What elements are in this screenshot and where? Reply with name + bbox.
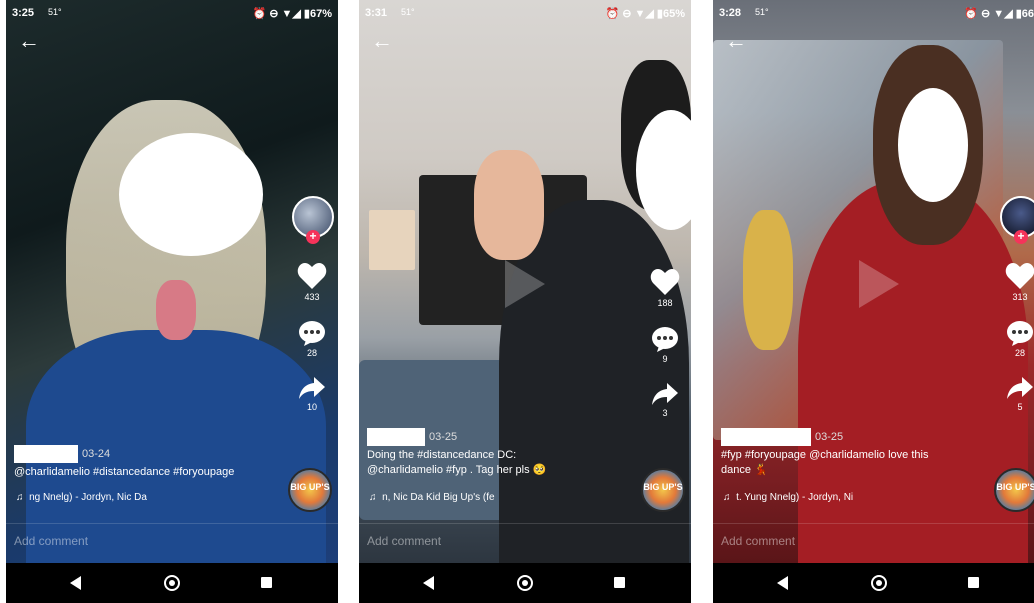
follow-plus-icon[interactable]: + — [658, 220, 672, 234]
caption-block: 03-24 @charlidamelio #distancedance #for… — [14, 445, 254, 480]
nav-home-icon[interactable] — [871, 575, 887, 591]
comment-icon[interactable] — [298, 320, 326, 346]
phone-screen-1: 3:25 51° ⏰ ⊖ ▼◢ ▮67% ← + 433 28 10 03-24… — [6, 0, 338, 603]
caption-block: 03-25 #fyp #foryoupage @charlidamelio lo… — [721, 428, 961, 478]
action-rail: + 313 28 5 — [1000, 196, 1034, 412]
heart-icon[interactable] — [1005, 262, 1034, 290]
username-redacted[interactable] — [14, 445, 78, 463]
music-title: n, Nic Da Kid Big Up's (fe — [382, 492, 495, 503]
like-count: 188 — [657, 298, 673, 308]
nav-back-icon[interactable] — [70, 576, 81, 590]
share-icon[interactable] — [651, 382, 679, 406]
nav-back-icon[interactable] — [423, 576, 434, 590]
android-nav-bar — [359, 563, 691, 603]
face-blur — [119, 133, 263, 256]
follow-plus-icon[interactable]: + — [306, 230, 320, 244]
add-comment-input[interactable]: Add comment — [359, 523, 691, 558]
share-count: 5 — [1017, 402, 1023, 412]
nav-recents-icon[interactable] — [614, 577, 625, 588]
comment-count: 28 — [306, 348, 317, 358]
share-icon[interactable] — [1006, 376, 1034, 400]
caption-block: 03-25 Doing the #distancedance DC: @char… — [367, 428, 572, 478]
nav-recents-icon[interactable] — [968, 577, 979, 588]
share-icon[interactable] — [298, 376, 326, 400]
status-temperature: 51° — [48, 7, 62, 17]
android-nav-bar — [713, 563, 1034, 603]
comment-count: 28 — [1014, 348, 1025, 358]
comment-icon[interactable] — [1006, 320, 1034, 346]
music-disc[interactable]: BIG UP'S — [994, 468, 1034, 512]
back-arrow-icon[interactable]: ← — [371, 30, 393, 52]
nav-home-icon[interactable] — [517, 575, 533, 591]
android-nav-bar — [6, 563, 338, 603]
add-comment-input[interactable]: Add comment — [713, 523, 1034, 558]
caption-text: Doing the #distancedance DC: @charlidame… — [367, 449, 547, 476]
nav-recents-icon[interactable] — [261, 577, 272, 588]
follow-plus-icon[interactable]: + — [1014, 230, 1028, 244]
caption-text: @charlidamelio #distancedance #foryoupag… — [14, 466, 235, 478]
heart-icon[interactable] — [297, 262, 327, 290]
nav-home-icon[interactable] — [164, 575, 180, 591]
phone-screen-3: 3:28 51° ⏰ ⊖ ▼◢ ▮66 ← + 313 28 5 03-25 #… — [713, 0, 1034, 603]
caption-text: #fyp #foryoupage @charlidamelio love thi… — [721, 449, 929, 476]
back-arrow-icon[interactable]: ← — [18, 30, 40, 52]
music-disc[interactable]: BIG UP'S — [288, 468, 332, 512]
video-player[interactable] — [713, 0, 1034, 563]
like-count: 313 — [1012, 292, 1028, 302]
share-count: 10 — [306, 402, 317, 412]
comment-icon[interactable] — [651, 326, 679, 352]
like-count: 433 — [304, 292, 320, 302]
play-icon — [859, 260, 899, 308]
disc-label: BIG UP'S — [643, 482, 683, 492]
music-note-icon: ♫ — [16, 492, 24, 503]
status-bar: 3:28 51° ⏰ ⊖ ▼◢ ▮66 — [713, 0, 1034, 26]
post-date: 03-25 — [429, 430, 458, 443]
share-count: 3 — [662, 408, 668, 418]
comment-count: 9 — [662, 354, 668, 364]
action-rail: + 433 28 10 — [292, 196, 334, 412]
add-comment-input[interactable]: Add comment — [6, 523, 338, 558]
music-disc[interactable]: BIG UP'S — [641, 468, 685, 512]
music-title: ng Nnelg) - Jordyn, Nic Da — [29, 492, 147, 503]
nav-back-icon[interactable] — [777, 576, 788, 590]
video-player[interactable] — [359, 0, 691, 563]
back-arrow-icon[interactable]: ← — [725, 30, 747, 52]
creator-avatar[interactable]: + — [292, 196, 334, 244]
status-temperature: 51° — [755, 7, 769, 17]
music-ticker[interactable]: ♫ ng Nnelg) - Jordyn, Nic Da — [16, 492, 147, 503]
music-title: t. Yung Nnelg) - Jordyn, Ni — [736, 492, 854, 503]
post-date: 03-25 — [815, 430, 844, 443]
face-blur — [898, 88, 968, 202]
status-system-icons: ⏰ ⊖ ▼◢ ▮66 — [964, 8, 1034, 20]
creator-avatar[interactable]: + — [1000, 196, 1034, 244]
status-temperature: 51° — [401, 7, 415, 17]
heart-icon[interactable] — [650, 268, 680, 296]
status-system-icons: ⏰ ⊖ ▼◢ ▮67% — [252, 8, 333, 20]
play-icon — [505, 260, 545, 308]
action-rail: + 188 9 3 — [645, 208, 685, 418]
status-bar: 3:25 51° ⏰ ⊖ ▼◢ ▮67% — [6, 0, 338, 26]
disc-label: BIG UP'S — [290, 482, 330, 492]
status-system-icons: ⏰ ⊖ ▼◢ ▮65% — [605, 8, 686, 20]
status-time: 3:25 — [12, 7, 35, 19]
post-date: 03-24 — [82, 447, 111, 460]
status-time: 3:28 — [719, 7, 742, 19]
music-note-icon: ♫ — [723, 492, 731, 503]
status-bar: 3:31 51° ⏰ ⊖ ▼◢ ▮65% — [359, 0, 691, 26]
username-redacted[interactable] — [367, 428, 425, 446]
music-note-icon: ♫ — [369, 492, 377, 503]
status-time: 3:31 — [365, 7, 388, 19]
music-ticker[interactable]: ♫ t. Yung Nnelg) - Jordyn, Ni — [723, 492, 853, 503]
username-redacted[interactable] — [721, 428, 811, 446]
phone-screen-2: 3:31 51° ⏰ ⊖ ▼◢ ▮65% ← + 188 9 3 03-25 D… — [359, 0, 691, 603]
music-ticker[interactable]: ♫ n, Nic Da Kid Big Up's (fe — [369, 492, 495, 503]
disc-label: BIG UP'S — [996, 482, 1034, 492]
